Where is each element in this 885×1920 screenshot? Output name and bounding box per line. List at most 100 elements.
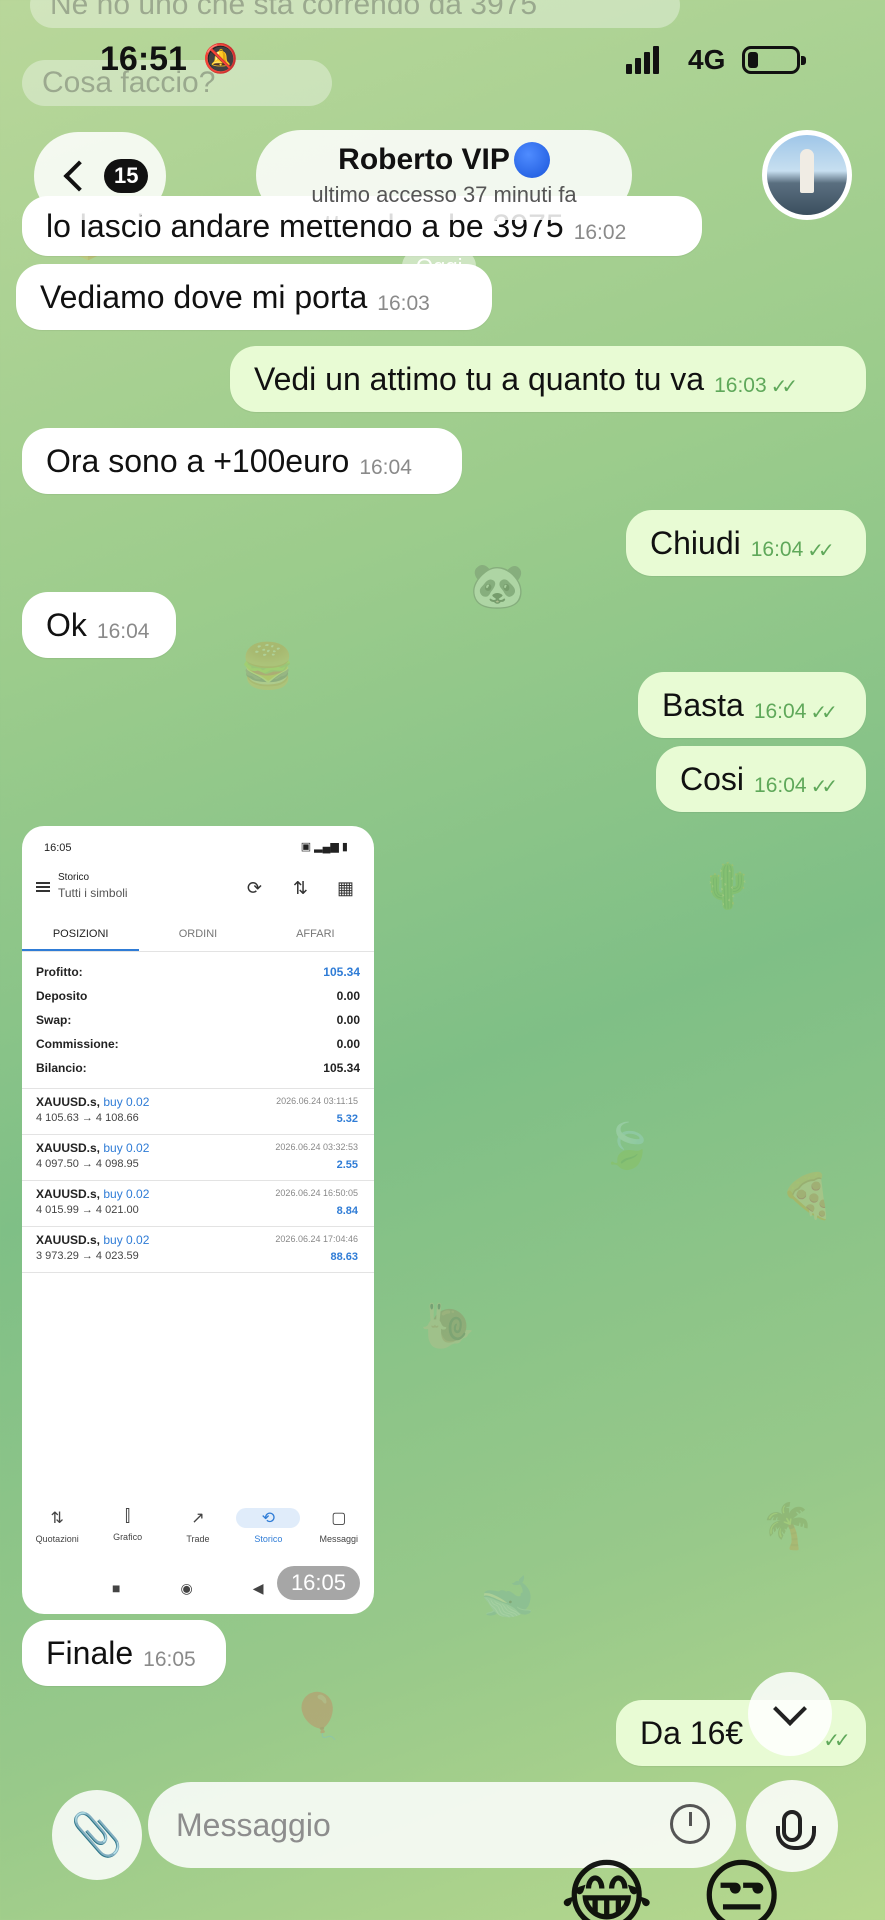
summary-row: Deposito 0.00 <box>36 984 360 1008</box>
summary-value: 105.34 <box>323 1061 360 1075</box>
message-image-screenshot[interactable]: 16:05 ▣ ▂▄▆ ▮ Storico Tutti i simboli ⟳ … <box>22 826 374 1614</box>
trade-side: buy 0.02 <box>103 1141 150 1155</box>
doodle-cactus-icon: 🌵 <box>700 862 755 911</box>
scroll-to-bottom-button[interactable] <box>748 1672 832 1756</box>
message-outgoing[interactable]: Chiudi 16:04 ✓✓ <box>626 510 866 576</box>
smirk-emoji-icon: 😒 <box>700 1852 784 1920</box>
shot-system-nav: ■ ◉ ◀ <box>112 1580 263 1597</box>
shot-nav-grafico: ⫿ Grafico <box>96 1508 160 1544</box>
message-outgoing[interactable]: Basta 16:04 ✓✓ <box>638 672 866 738</box>
trade-side: buy 0.02 <box>103 1187 150 1201</box>
shot-nav-quotazioni: ⇅ Quotazioni <box>25 1508 89 1544</box>
messages-icon: ▢ <box>331 1510 347 1527</box>
shot-bottom-nav: ⇅ Quotazioni ⫿ Grafico ↗ Trade ⟲ Storico ▢ Me… <box>22 1508 374 1544</box>
message-incoming[interactable]: Finale 16:05 <box>22 1620 226 1686</box>
shot-calendar-icon: ▦ <box>336 878 354 898</box>
trade-row: XAUUSD.s, buy 0.02 4 015.99 → 4 021.00 2… <box>22 1181 374 1227</box>
contact-name-row: Roberto VIP <box>338 142 550 178</box>
avatar[interactable] <box>762 130 852 220</box>
message-incoming[interactable]: Ok 16:04 <box>22 592 176 658</box>
chevron-down-icon <box>773 1692 807 1726</box>
message-text: Vediamo dove mi porta <box>40 278 368 315</box>
status-time: 16:51 <box>100 40 187 78</box>
last-seen: ultimo accesso 37 minuti fa <box>311 182 577 207</box>
image-time-chip: 16:05 <box>276 1566 360 1600</box>
shot-nav-storico: ⟲ Storico <box>236 1508 301 1544</box>
message-outgoing[interactable]: Vedi un attimo tu a quanto tu va 16:03 ✓… <box>230 346 866 412</box>
message-incoming[interactable]: Ora sono a +100euro 16:04 <box>22 428 462 494</box>
trade-prices: 4 015.99 → 4 021.00 <box>36 1204 139 1216</box>
laughing-emoji-icon: 😂 <box>560 1852 654 1920</box>
circle-icon: ◉ <box>180 1580 193 1596</box>
muted-bell-icon: 🔕 <box>203 43 238 74</box>
shot-sort-icon: ⇅ <box>292 878 308 898</box>
trade-prices: 4 097.50 → 4 098.95 <box>36 1158 139 1170</box>
shot-status-icons: ▣ ▂▄▆ ▮ <box>300 841 348 853</box>
message-time: 16:05 <box>143 1648 196 1671</box>
read-ticks-icon: ✓✓ <box>807 539 834 562</box>
message-outgoing[interactable]: Cosi 16:04 ✓✓ <box>656 746 866 812</box>
summary-label: Bilancio: <box>36 1061 87 1075</box>
square-icon: ■ <box>112 1580 121 1596</box>
message-text: Vedi un attimo tu a quanto tu va <box>254 360 705 397</box>
shot-header: Storico Tutti i simboli ⟳ ⇅ ▦ <box>36 870 360 910</box>
shot-tab-ordini: ORDINI <box>178 928 218 940</box>
message-time: 16:04 <box>750 538 804 561</box>
shot-nav-label: Messaggi <box>319 1534 359 1544</box>
microphone-icon <box>776 1810 816 1850</box>
read-ticks-icon: ✓✓ <box>810 701 837 724</box>
summary-row: Swap: 0.00 <box>36 1008 360 1032</box>
summary-label: Profitto: <box>36 965 83 979</box>
battery-icon <box>742 46 806 74</box>
network-type: 4G <box>688 44 726 75</box>
summary-label: Deposito <box>36 989 88 1003</box>
summary-value: 0.00 <box>336 989 360 1003</box>
chevron-left-icon <box>63 160 95 192</box>
read-ticks-icon: ✓✓ <box>810 775 838 798</box>
faded-message: Ne ho uno che sta correndo da 3975 <box>30 0 680 28</box>
message-time: 16:04 <box>96 620 150 643</box>
avatar-photo <box>767 135 847 215</box>
shot-nav-trade: ↗ Trade <box>166 1508 230 1544</box>
sticker-clock-icon[interactable] <box>670 1804 710 1844</box>
chat-title[interactable]: Roberto VIP ultimo accesso 37 minuti fa <box>256 130 632 220</box>
quotes-icon: ⇅ <box>50 1510 64 1527</box>
message-time: 16:04 <box>359 456 412 479</box>
trade-symbol: XAUUSD.s, <box>36 1141 101 1155</box>
summary-value: 105.34 <box>323 965 360 979</box>
doodle-whale-icon: 🐋 <box>480 1572 535 1621</box>
summary-label: Swap: <box>36 1013 72 1027</box>
doodle-panda-icon: 🐼 <box>470 562 525 611</box>
shot-tab-posizioni: POSIZIONI <box>22 916 140 951</box>
trade-profit: 2.55 <box>336 1159 358 1171</box>
trade-prices: 4 105.63 → 4 108.66 <box>36 1112 139 1124</box>
summary-value: 0.00 <box>336 1037 360 1051</box>
shot-trade-list: XAUUSD.s, buy 0.02 4 105.63 → 4 108.66 2… <box>22 1088 374 1273</box>
shot-menu-icon <box>36 882 50 892</box>
message-input[interactable] <box>176 1806 616 1844</box>
trade-symbol: XAUUSD.s, <box>36 1187 101 1201</box>
trade-date: 2026.06.24 03:11:15 <box>276 1096 358 1106</box>
attach-button[interactable]: 📎 <box>52 1790 142 1880</box>
read-ticks-icon: ✓✓ <box>770 375 798 398</box>
unread-count-badge: 15 <box>104 159 149 193</box>
shot-status-time: 16:05 <box>44 842 72 854</box>
blue-circle-emoji-icon <box>513 142 550 178</box>
doodle-snail-icon: 🐌 <box>420 1302 475 1351</box>
summary-row: Profitto: 105.34 <box>36 960 360 984</box>
message-text: Da 16€ <box>640 1714 744 1751</box>
summary-row: Commissione: 0.00 <box>36 1032 360 1056</box>
message-incoming[interactable]: Vediamo dove mi porta 16:03 <box>16 264 492 330</box>
summary-row: Bilancio: 105.34 <box>36 1056 360 1080</box>
trade-side: buy 0.02 <box>103 1233 150 1247</box>
shot-nav-label: Trade <box>186 1534 210 1544</box>
trade-symbol: XAUUSD.s, <box>36 1233 101 1247</box>
doodle-burger-icon: 🍔 <box>240 642 295 691</box>
message-time: 16:04 <box>754 774 807 797</box>
trade-row: XAUUSD.s, buy 0.02 4 105.63 → 4 108.66 2… <box>22 1089 374 1135</box>
shot-nav-messaggi: ▢ Messaggi <box>307 1508 371 1544</box>
shot-tabs: POSIZIONI ORDINI AFFARI <box>22 916 374 952</box>
shot-sync-icon: ⟳ <box>246 878 262 898</box>
summary-value: 0.00 <box>336 1013 360 1027</box>
back-button[interactable]: 15 <box>34 132 166 220</box>
